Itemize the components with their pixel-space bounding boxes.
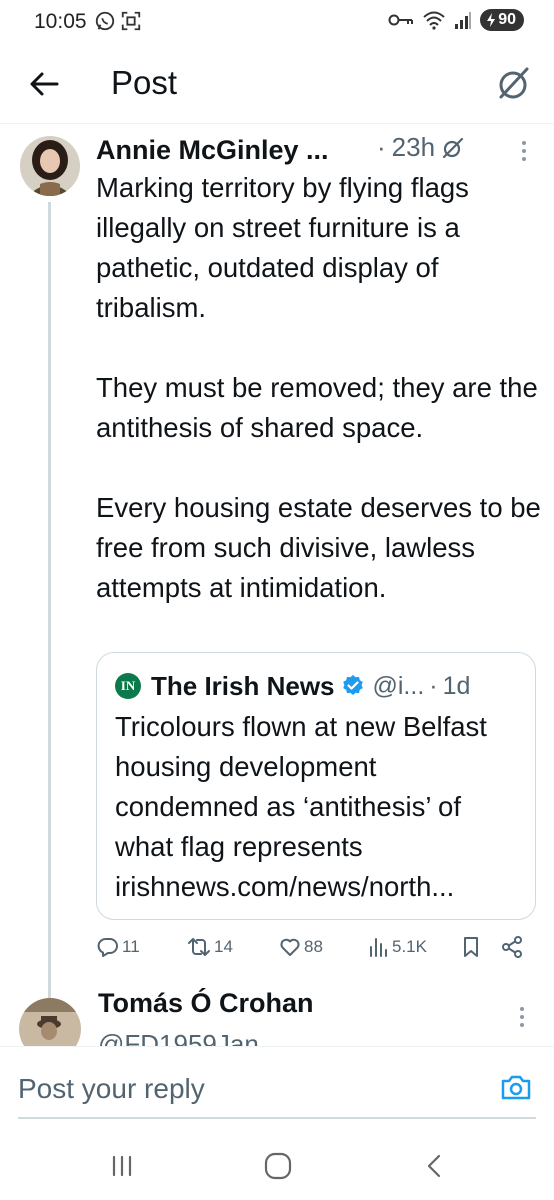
screenshot-icon bbox=[121, 11, 141, 31]
reply-more-options-button[interactable] bbox=[512, 1004, 532, 1030]
arrow-left-icon bbox=[30, 72, 59, 96]
repost-icon bbox=[188, 938, 210, 956]
reply-author-handle: @FD1959Jan bbox=[98, 1029, 259, 1046]
system-nav-bar bbox=[0, 1130, 554, 1200]
thread-line bbox=[48, 202, 51, 1056]
vpn-key-icon bbox=[388, 14, 414, 26]
avatar[interactable] bbox=[20, 136, 80, 196]
quote-header: IN The Irish News @i... · 1d bbox=[115, 669, 525, 703]
reply-button[interactable]: 11 bbox=[96, 932, 140, 962]
grok-icon bbox=[499, 67, 529, 99]
home-button[interactable] bbox=[258, 1148, 298, 1184]
reply-author-name[interactable]: Tomás Ó Crohan bbox=[98, 988, 314, 1019]
reply-input-underline bbox=[18, 1117, 536, 1119]
tweet-paragraph: Every housing estate deserves to be free… bbox=[96, 492, 541, 603]
repost-count: 14 bbox=[214, 937, 233, 956]
separator-dot: · bbox=[429, 671, 438, 700]
battery-icon: 90 bbox=[480, 9, 524, 31]
heart-icon bbox=[280, 938, 300, 956]
reply-count: 11 bbox=[122, 937, 140, 956]
irish-news-logo: IN bbox=[115, 673, 141, 699]
more-vertical-icon bbox=[522, 141, 526, 161]
author-name[interactable]: Annie McGinley ... bbox=[96, 135, 329, 166]
whatsapp-icon bbox=[95, 11, 115, 31]
bookmark-button[interactable] bbox=[460, 932, 482, 962]
like-count: 88 bbox=[304, 937, 323, 956]
views-chart-icon bbox=[370, 938, 387, 957]
page-title: Post bbox=[111, 64, 178, 101]
quoted-tweet[interactable]: IN The Irish News @i... · 1d Tricolours … bbox=[96, 652, 536, 920]
wifi-icon bbox=[423, 11, 445, 30]
bookmark-icon bbox=[464, 937, 478, 957]
camera-icon bbox=[501, 1075, 531, 1100]
tweet-header: Annie McGinley ... · 23h bbox=[96, 132, 536, 168]
signal-icon bbox=[455, 12, 472, 29]
tweet-paragraph: Marking territory by flying flags illega… bbox=[96, 172, 469, 323]
battery-level: 90 bbox=[498, 11, 516, 28]
view-count: 5.1K bbox=[392, 937, 427, 956]
tweet-time[interactable]: 23h bbox=[392, 132, 435, 163]
reply-input[interactable] bbox=[18, 1067, 478, 1111]
system-back-button[interactable] bbox=[414, 1148, 454, 1184]
grok-button[interactable] bbox=[494, 64, 534, 104]
status-bar: 10:05 90 bbox=[0, 0, 554, 44]
status-icons-right: 90 bbox=[388, 9, 524, 31]
verified-badge-icon bbox=[342, 675, 363, 695]
quote-handle: @i... bbox=[372, 671, 425, 700]
views-button[interactable]: 5.1K bbox=[368, 932, 427, 962]
more-vertical-icon bbox=[520, 1007, 524, 1027]
home-icon bbox=[264, 1152, 292, 1180]
status-icons-left bbox=[94, 10, 142, 32]
more-options-button[interactable] bbox=[512, 138, 536, 164]
quote-text: Tricolours flown at new Belfast housing … bbox=[115, 711, 487, 902]
tweet-actions: 11 14 88 5.1K bbox=[96, 932, 536, 962]
repost-button[interactable]: 14 bbox=[186, 932, 233, 962]
grok-icon[interactable] bbox=[441, 136, 465, 160]
recent-apps-button[interactable] bbox=[102, 1148, 142, 1184]
back-button[interactable] bbox=[26, 66, 62, 102]
status-time: 10:05 bbox=[34, 10, 87, 33]
quote-time: 1d bbox=[442, 671, 471, 700]
share-button[interactable] bbox=[500, 932, 524, 962]
tweet-paragraph: They must be removed; they are the antit… bbox=[96, 372, 538, 443]
quote-author-name: The Irish News bbox=[151, 670, 335, 701]
chevron-left-icon bbox=[427, 1154, 441, 1178]
tweet-text: Marking territory by flying flags illega… bbox=[96, 168, 546, 608]
reply-icon bbox=[97, 938, 118, 957]
like-button[interactable]: 88 bbox=[278, 932, 323, 962]
share-icon bbox=[502, 936, 522, 958]
reply-composer bbox=[0, 1046, 554, 1130]
app-header: Post bbox=[0, 44, 554, 124]
separator-dot: · bbox=[377, 132, 386, 162]
tweet-meta: · 23h bbox=[377, 132, 465, 163]
camera-button[interactable] bbox=[498, 1069, 534, 1105]
recent-apps-icon bbox=[112, 1155, 132, 1177]
